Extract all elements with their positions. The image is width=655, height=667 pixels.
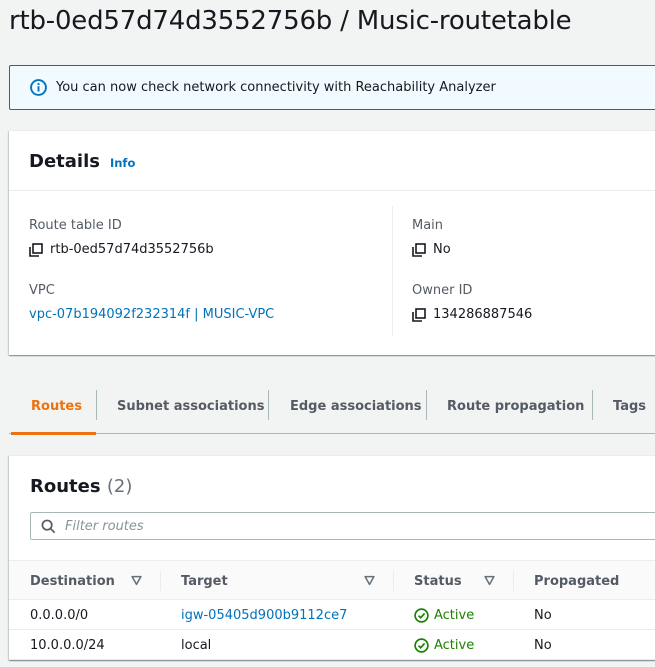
main-label: Main bbox=[412, 218, 444, 233]
route-propagated: No bbox=[534, 607, 552, 623]
column-header-destination[interactable]: Destination bbox=[30, 561, 115, 601]
owner-id-text: 134286887546 bbox=[433, 307, 533, 322]
main-value: No bbox=[412, 242, 451, 257]
details-panel: Details Info Route table ID rtb-0ed57d74… bbox=[9, 130, 655, 355]
filter-routes-box[interactable] bbox=[30, 512, 655, 540]
success-check-icon bbox=[414, 637, 429, 653]
route-table-id-label: Route table ID bbox=[29, 218, 122, 233]
route-table-id-text: rtb-0ed57d74d3552756b bbox=[50, 242, 214, 257]
success-check-icon bbox=[414, 607, 429, 623]
tab-separator bbox=[592, 390, 593, 420]
reachability-flash-banner: You can now check network connectivity w… bbox=[9, 65, 655, 110]
route-status-text: Active bbox=[434, 607, 475, 623]
details-header: Details Info bbox=[9, 131, 655, 191]
column-header-status[interactable]: Status bbox=[414, 561, 462, 601]
tabs-bar: Routes Subnet associations Edge associat… bbox=[9, 378, 655, 435]
owner-id-label: Owner ID bbox=[412, 283, 473, 298]
route-destination: 10.0.0.0/24 bbox=[30, 637, 105, 653]
tab-route-propagation[interactable]: Route propagation bbox=[447, 378, 584, 434]
details-info-link[interactable]: Info bbox=[110, 156, 135, 170]
routes-panel: Routes (2) Destination Target Status Pro… bbox=[9, 455, 655, 660]
copy-icon[interactable] bbox=[412, 242, 426, 257]
route-destination: 0.0.0.0/0 bbox=[30, 607, 89, 623]
flash-message: You can now check network connectivity w… bbox=[56, 80, 496, 95]
route-target-link[interactable]: igw-05405d900b9112ce7 bbox=[181, 600, 347, 630]
column-divider bbox=[392, 206, 393, 336]
route-status: Active bbox=[414, 630, 474, 660]
tab-separator bbox=[426, 390, 427, 420]
column-separator bbox=[513, 571, 514, 591]
tab-edge-associations[interactable]: Edge associations bbox=[290, 378, 422, 434]
route-status-text: Active bbox=[434, 637, 475, 653]
sort-down-icon[interactable] bbox=[484, 575, 495, 586]
routes-title: Routes (2) bbox=[30, 476, 132, 497]
route-target: local bbox=[181, 637, 212, 653]
copy-icon[interactable] bbox=[29, 242, 43, 257]
vpc-link[interactable]: vpc-07b194092f232314f | MUSIC-VPC bbox=[29, 307, 274, 322]
routes-count: (2) bbox=[106, 476, 133, 497]
page-title: rtb-0ed57d74d3552756b / Music-routetable bbox=[9, 6, 572, 36]
column-separator bbox=[393, 571, 394, 591]
tab-separator bbox=[268, 390, 269, 420]
column-header-propagated[interactable]: Propagated bbox=[534, 561, 619, 601]
tab-tags[interactable]: Tags bbox=[613, 378, 646, 434]
tab-routes[interactable]: Routes bbox=[31, 378, 82, 434]
sort-down-icon[interactable] bbox=[364, 575, 375, 586]
route-propagated: No bbox=[534, 637, 552, 653]
routes-title-text: Routes bbox=[30, 476, 101, 497]
column-header-target[interactable]: Target bbox=[181, 561, 228, 601]
search-icon bbox=[41, 519, 56, 534]
table-row: 0.0.0.0/0 igw-05405d900b9112ce7 Active N… bbox=[9, 600, 655, 630]
vpc-label: VPC bbox=[29, 283, 55, 298]
filter-routes-input[interactable] bbox=[65, 518, 625, 534]
owner-id-value: 134286887546 bbox=[412, 307, 532, 322]
route-status: Active bbox=[414, 600, 474, 630]
route-table-id-value: rtb-0ed57d74d3552756b bbox=[29, 242, 214, 257]
table-row: 10.0.0.0/24 local Active No bbox=[9, 630, 655, 660]
tab-subnet-associations[interactable]: Subnet associations bbox=[117, 378, 264, 434]
sort-down-icon[interactable] bbox=[131, 575, 142, 586]
tab-separator bbox=[96, 390, 97, 420]
active-tab-indicator bbox=[11, 432, 96, 435]
details-title: Details bbox=[29, 151, 100, 172]
main-text: No bbox=[433, 242, 451, 257]
copy-icon[interactable] bbox=[412, 307, 426, 322]
routes-table-header: Destination Target Status Propagated bbox=[9, 560, 655, 600]
info-icon bbox=[30, 79, 47, 96]
column-separator bbox=[160, 571, 161, 591]
